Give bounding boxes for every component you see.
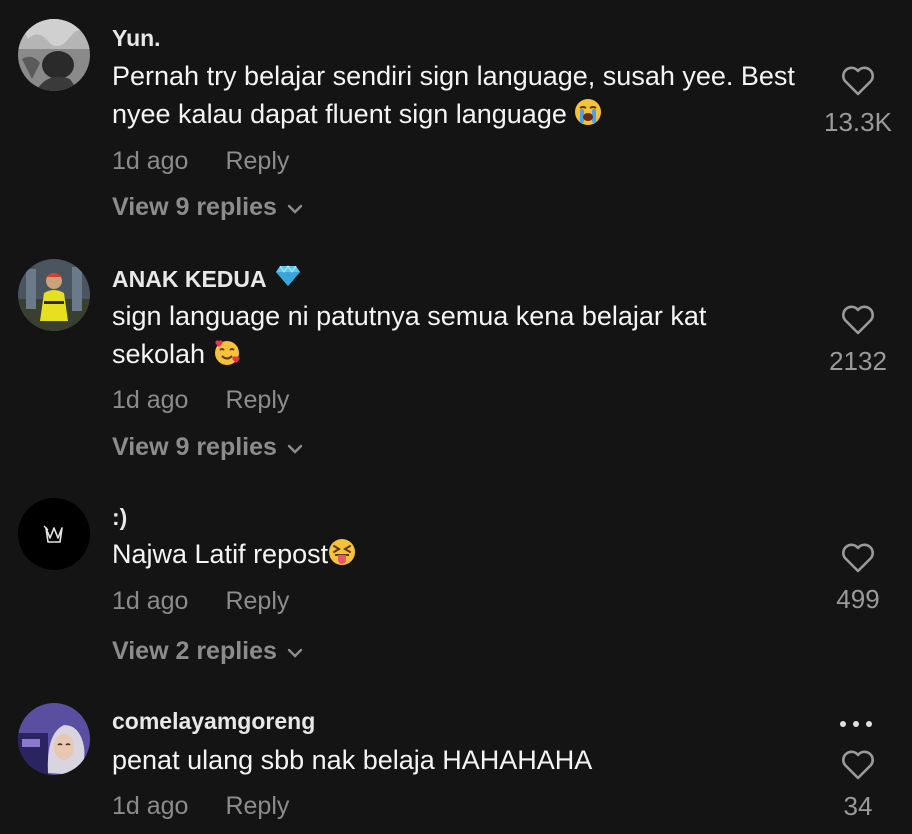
comment-text-body: Najwa Latif repost	[112, 539, 329, 569]
avatar[interactable]	[18, 498, 90, 570]
like-button[interactable]: 499	[808, 543, 908, 615]
username[interactable]: ANAK KEDUA	[112, 265, 301, 293]
avatar[interactable]	[18, 259, 90, 331]
comment-meta: 1d ago Reply	[112, 386, 289, 415]
timestamp: 1d ago	[112, 587, 189, 615]
comment-item: comelayamgoreng penat ulang sbb nak bela…	[0, 690, 912, 834]
username[interactable]: Yun.	[112, 25, 161, 52]
like-button[interactable]: 13.3K	[808, 66, 908, 138]
username-text: comelayamgoreng	[112, 708, 316, 734]
chevron-down-icon	[287, 433, 303, 462]
chevron-down-icon	[287, 193, 303, 222]
timestamp: 1d ago	[112, 386, 189, 414]
reply-button[interactable]: Reply	[225, 386, 289, 415]
view-replies-label: View 9 replies	[112, 433, 277, 461]
avatar[interactable]	[18, 19, 90, 91]
comment-item: ANAK KEDUA sign language ni patutnya sem…	[0, 240, 912, 480]
reply-button[interactable]: Reply	[225, 587, 289, 616]
loudly-crying-face-icon	[574, 98, 602, 136]
squinting-face-with-tongue-icon	[328, 538, 356, 576]
comment-meta: 1d ago Reply	[112, 587, 289, 616]
diamond-icon	[275, 265, 301, 293]
like-count: 34	[843, 791, 873, 821]
heart-icon	[841, 305, 875, 340]
reply-button[interactable]: Reply	[225, 147, 289, 176]
comment-text-body: penat ulang sbb nak belaja HAHAHAHA	[112, 745, 593, 775]
comment-meta: 1d ago Reply	[112, 147, 289, 176]
view-replies-label: View 9 replies	[112, 193, 277, 221]
username-text: ANAK KEDUA	[112, 265, 267, 292]
reply-button[interactable]: Reply	[225, 792, 289, 821]
comment-item: Yun. Pernah try belajar sendiri sign lan…	[0, 0, 912, 240]
view-replies-button[interactable]: View 9 replies	[112, 193, 303, 222]
comment-text-body: sign language ni patutnya semua kena bel…	[112, 301, 707, 369]
chevron-down-icon	[287, 637, 303, 666]
comment-item: :) Najwa Latif repost 1d ago Reply View …	[0, 480, 912, 690]
avatar[interactable]	[18, 703, 90, 775]
heart-icon	[841, 543, 875, 578]
view-replies-button[interactable]: View 9 replies	[112, 433, 303, 462]
like-button[interactable]: 2132	[808, 305, 908, 377]
comment-text: sign language ni patutnya semua kena bel…	[112, 297, 802, 376]
comment-text: penat ulang sbb nak belaja HAHAHAHA	[112, 741, 802, 779]
like-button[interactable]: 34	[808, 750, 908, 822]
username[interactable]: :)	[112, 504, 127, 531]
comment-text: Najwa Latif repost	[112, 535, 802, 576]
view-replies-button[interactable]: View 2 replies	[112, 637, 303, 666]
username[interactable]: comelayamgoreng	[112, 708, 315, 735]
like-count: 13.3K	[824, 107, 892, 137]
username-text: :)	[112, 504, 128, 530]
timestamp: 1d ago	[112, 792, 189, 820]
comment-text: Pernah try belajar sendiri sign language…	[112, 57, 802, 136]
comment-text-body: Pernah try belajar sendiri sign language…	[112, 61, 795, 129]
heart-icon	[841, 750, 875, 785]
timestamp: 1d ago	[112, 147, 189, 175]
view-replies-label: View 2 replies	[112, 637, 277, 665]
smiling-face-with-hearts-icon	[213, 338, 241, 376]
more-dots-icon[interactable]	[840, 721, 872, 727]
like-count: 499	[836, 584, 880, 614]
username-text: Yun.	[112, 25, 161, 51]
heart-icon	[841, 66, 875, 101]
comment-meta: 1d ago Reply	[112, 792, 289, 821]
like-count: 2132	[829, 346, 887, 376]
